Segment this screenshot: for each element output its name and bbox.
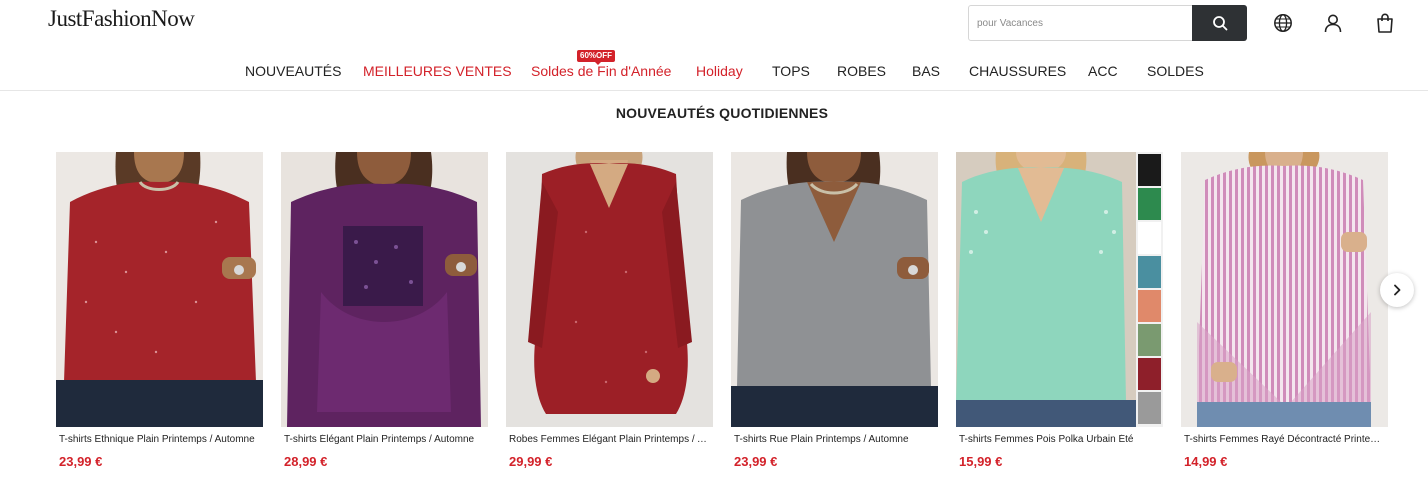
site-logo[interactable]: JustFashionNow	[48, 6, 195, 32]
header-divider	[0, 90, 1428, 91]
product-image[interactable]	[731, 152, 938, 427]
nav-item-acc[interactable]: ACC	[1088, 63, 1118, 79]
product-card[interactable]: Robes Femmes Élégant Plain Printemps / A…	[506, 152, 713, 472]
product-image[interactable]	[956, 152, 1163, 427]
product-price: 23,99 €	[734, 454, 778, 469]
product-card[interactable]: T-shirts Élégant Plain Printemps / Autom…	[281, 152, 488, 472]
search-input[interactable]	[977, 14, 1187, 32]
search-icon	[1212, 16, 1227, 31]
product-image[interactable]	[281, 152, 488, 427]
product-name[interactable]: T-shirts Femmes Pois Polka Urbain Été	[959, 434, 1160, 445]
search-bar	[968, 5, 1247, 41]
nav-item-tops[interactable]: TOPS	[772, 63, 810, 79]
shopping-bag-icon	[1377, 13, 1393, 33]
product-image[interactable]	[506, 152, 713, 427]
product-price: 14,99 €	[1184, 454, 1228, 469]
nav-item-nouveautes[interactable]: NOUVEAUTÉS	[245, 63, 341, 79]
chevron-right-icon	[1394, 284, 1401, 296]
globe-icon	[1274, 14, 1292, 32]
product-card[interactable]: T-shirts Ethnique Plain Printemps / Auto…	[56, 152, 263, 472]
section-title: NOUVEAUTÉS QUOTIDIENNES	[615, 105, 829, 121]
product-image[interactable]	[1181, 152, 1388, 427]
product-price: 29,99 €	[509, 454, 553, 469]
product-price: 28,99 €	[284, 454, 328, 469]
product-name[interactable]: T-shirts Rue Plain Printemps / Automne	[734, 434, 935, 445]
nav-item-bas[interactable]: BAS	[912, 63, 940, 79]
product-price: 23,99 €	[59, 454, 103, 469]
product-price: 15,99 €	[959, 454, 1003, 469]
product-name[interactable]: T-shirts Femmes Rayé Décontracté Printem…	[1184, 434, 1385, 445]
main-nav: NOUVEAUTÉS MEILLEURES VENTES Soldes de F…	[0, 56, 1428, 90]
product-name[interactable]: T-shirts Élégant Plain Printemps / Autom…	[284, 434, 485, 445]
product-card[interactable]: T-shirts Femmes Rayé Décontracté Printem…	[1181, 152, 1388, 472]
product-image[interactable]	[56, 152, 263, 427]
carousel-next-button[interactable]	[1380, 273, 1414, 307]
nav-item-chaussures[interactable]: CHAUSSURES	[969, 63, 1066, 79]
header: JustFashionNow	[0, 0, 1428, 50]
nav-item-robes[interactable]: ROBES	[837, 63, 886, 79]
product-card[interactable]: T-shirts Rue Plain Printemps / Automne 2…	[731, 152, 938, 472]
product-name[interactable]: Robes Femmes Élégant Plain Printemps / A…	[509, 434, 710, 445]
nav-item-meilleures-ventes[interactable]: MEILLEURES VENTES	[363, 63, 512, 79]
nav-item-soldes-fin-annee[interactable]: Soldes de Fin d'Année	[531, 63, 671, 79]
language-button[interactable]	[1272, 12, 1294, 34]
account-button[interactable]	[1322, 12, 1344, 34]
nav-item-soldes[interactable]: SOLDES	[1147, 63, 1204, 79]
cart-button[interactable]	[1374, 12, 1396, 34]
product-name[interactable]: T-shirts Ethnique Plain Printemps / Auto…	[59, 434, 260, 445]
search-button[interactable]	[1192, 5, 1247, 41]
product-card[interactable]: T-shirts Femmes Pois Polka Urbain Été 15…	[956, 152, 1163, 472]
user-icon	[1324, 14, 1342, 33]
nav-item-holiday[interactable]: Holiday	[696, 63, 743, 79]
